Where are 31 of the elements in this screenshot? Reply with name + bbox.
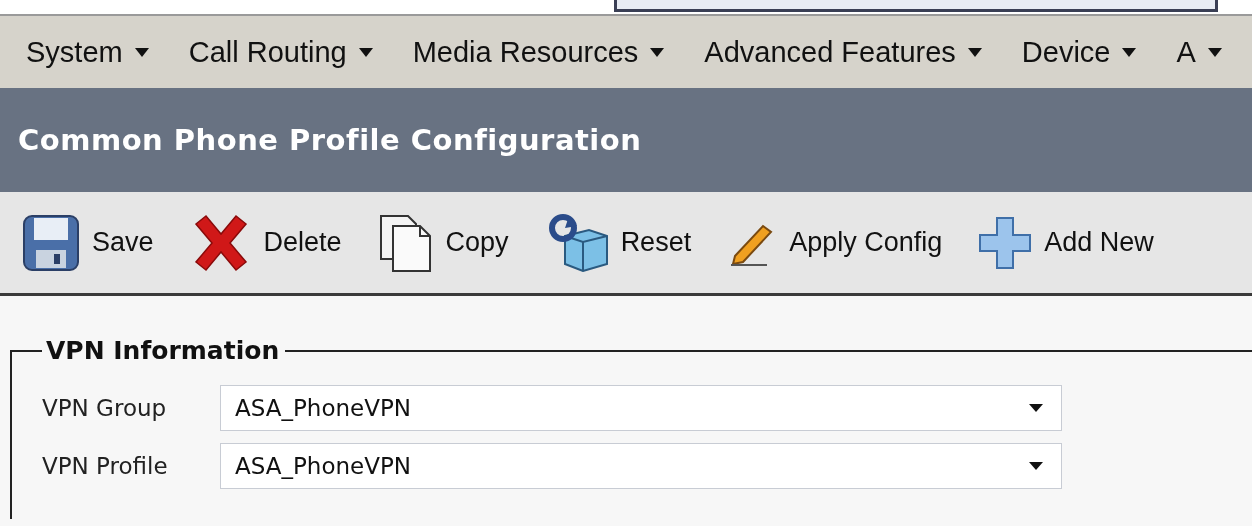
caret-icon: [1029, 462, 1043, 470]
field-label: VPN Group: [42, 395, 168, 421]
dropdown-value: ASA_PhoneVPN: [235, 395, 412, 421]
toolbar-button[interactable]: Add New: [978, 215, 1154, 270]
caret-icon: [967, 47, 982, 57]
toolbar-button[interactable]: Reset: [544, 213, 692, 272]
menu-item[interactable]: A: [1176, 35, 1222, 69]
dropdown-value: ASA_PhoneVPN: [235, 453, 412, 479]
page-title: Common Phone Profile Configuration: [18, 123, 642, 157]
menu-item[interactable]: Call Routing: [188, 35, 373, 69]
menu-item[interactable]: Media Resources: [412, 35, 665, 69]
menu-item[interactable]: Advanced Features: [704, 35, 982, 69]
toolbar-button[interactable]: Delete: [189, 213, 342, 272]
section-legend: VPN Information: [42, 336, 286, 365]
caret-icon: [358, 47, 373, 57]
caret-icon: [1122, 47, 1137, 57]
copy-icon: [377, 212, 434, 273]
caret-icon: [650, 47, 665, 57]
caret-icon: [1029, 404, 1043, 412]
text-field[interactable]: [614, 0, 1218, 12]
caret-icon: [134, 47, 149, 57]
toolbar-button[interactable]: Save: [22, 213, 154, 272]
dropdown[interactable]: ASA_PhoneVPN: [220, 443, 1062, 489]
toolbar-button[interactable]: Copy: [377, 212, 509, 273]
menu-item[interactable]: System: [26, 35, 149, 69]
menu-item[interactable]: Device: [1021, 35, 1137, 69]
field-label: VPN Profile: [42, 453, 169, 479]
dropdown[interactable]: ASA_PhoneVPN: [220, 385, 1062, 431]
plus-icon: [978, 215, 1033, 270]
toolbar-button[interactable]: Apply Config: [727, 217, 943, 268]
caret-icon: [1207, 47, 1222, 57]
